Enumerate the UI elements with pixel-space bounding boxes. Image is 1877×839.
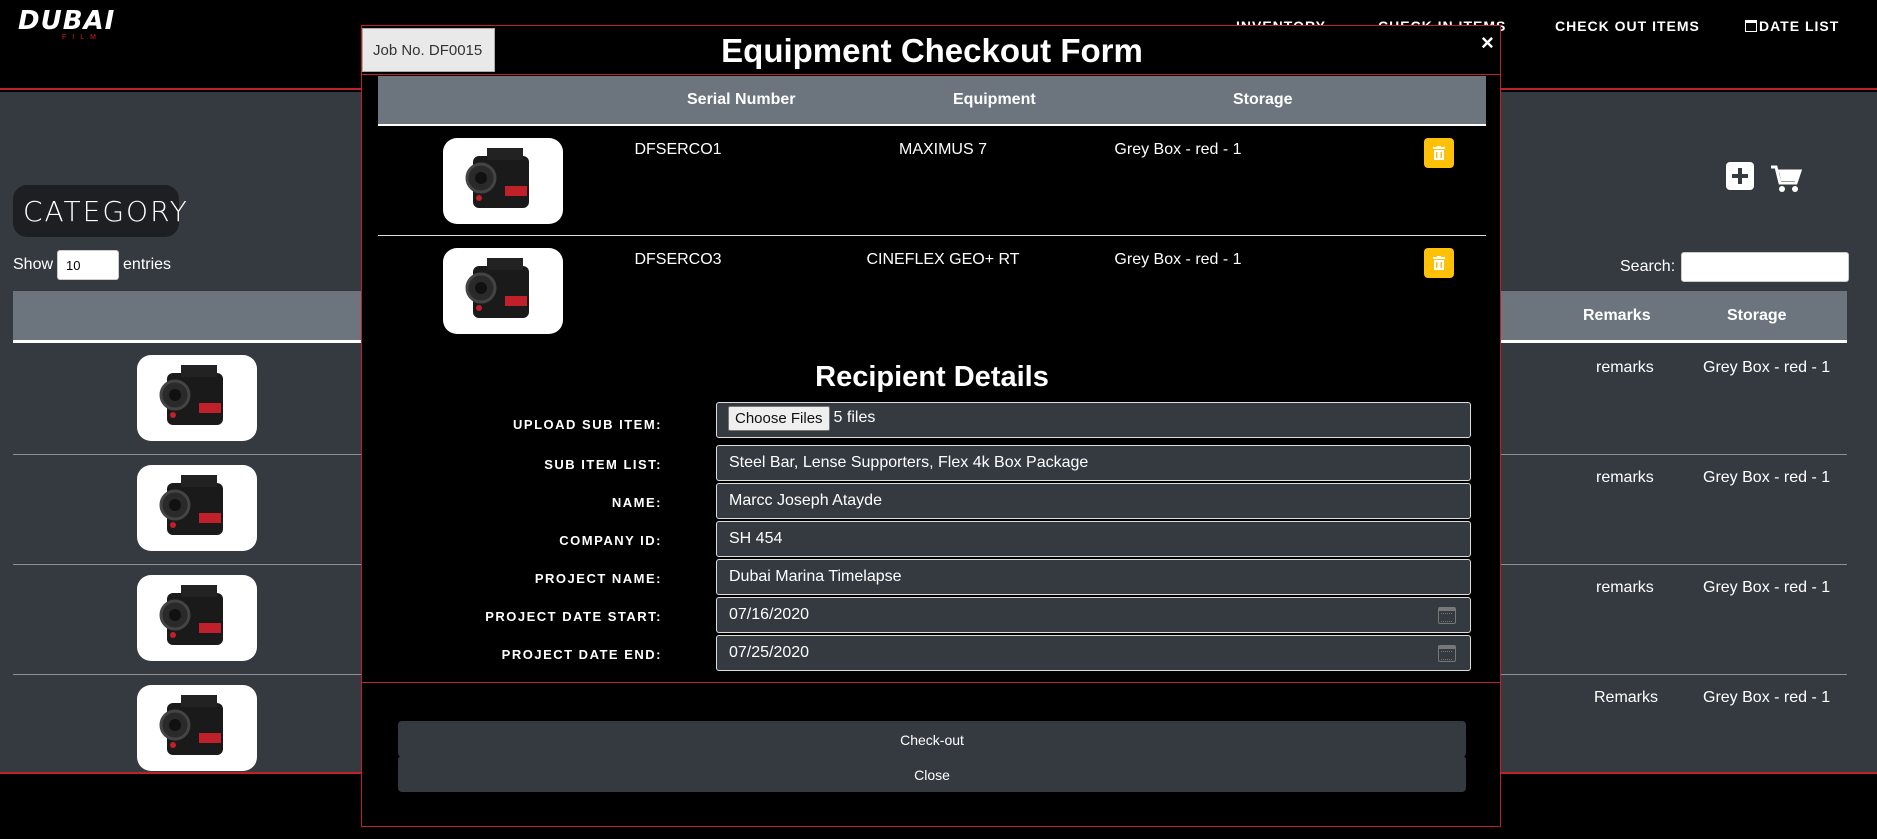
trash-icon [1433,146,1445,160]
upload-sub-item-field[interactable]: Choose Files 5 files [716,402,1471,438]
company-id-field[interactable]: SH 454 [716,521,1471,557]
column-serial-number: Serial Number [687,91,796,108]
modal-title: Equipment Checkout Form [721,32,1143,69]
serial-number: DFSERCO3 [634,251,722,268]
calendar-icon [1745,20,1757,32]
entries-label: entries [123,256,172,274]
choose-files-button[interactable]: Choose Files [728,406,830,431]
name-label: NAME: [611,495,662,510]
cart-icon[interactable] [1770,164,1803,199]
sub-item-list-label: SUB ITEM LIST: [544,457,662,472]
row-storage: Grey Box - red - 1 [1703,469,1831,486]
camera-thumbnail [137,465,257,551]
show-label: Show [13,256,54,274]
calendar-icon[interactable] [1438,645,1456,662]
search-control: Search: [1620,252,1850,282]
upload-sub-item-label: UPLOAD SUB ITEM: [513,417,662,432]
project-date-start-label: PROJECT DATE START: [485,609,662,624]
project-name-label: PROJECT NAME: [534,571,662,586]
column-storage: Storage [1233,91,1293,108]
equipment-table-header: Serial Number Equipment Storage [378,76,1486,126]
search-input[interactable] [1681,252,1850,282]
row-storage: Grey Box - red - 1 [1703,579,1831,596]
date-start-value: 07/16/2020 [729,606,810,623]
entries-select[interactable] [57,250,120,280]
modal-footer-divider [362,682,1500,683]
nav-date-list[interactable]: DATE LIST [1745,18,1839,34]
serial-number: DFSERCO1 [634,141,722,158]
recipient-details-heading: Recipient Details [815,361,1049,393]
nav-date-list-label: DATE LIST [1759,18,1840,34]
row-storage: Grey Box - red - 1 [1703,359,1831,376]
row-remarks: Remarks [1594,689,1659,706]
row-remarks: remarks [1596,359,1654,376]
row-remarks: remarks [1596,469,1654,486]
calendar-icon[interactable] [1438,607,1456,624]
close-icon[interactable]: × [1481,30,1494,56]
modal-header-divider [362,74,1500,75]
company-id-label: COMPANY ID: [559,533,662,548]
entries-length-control: Show entries [13,250,171,280]
checkout-button[interactable]: Check-out [398,721,1466,757]
brand-logo[interactable]: DUBAI FILM [18,6,118,41]
project-date-end-label: PROJECT DATE END: [501,647,662,662]
project-name-field[interactable]: Dubai Marina Timelapse [716,559,1471,595]
storage-location: Grey Box - red - 1 [1114,251,1242,268]
camera-thumbnail [137,355,257,441]
equipment-row: DFSERCO3 CINEFLEX GEO+ RT Grey Box - red… [378,236,1486,346]
equipment-row: DFSERCO1 MAXIMUS 7 Grey Box - red - 1 [378,126,1486,236]
date-end-value: 07/25/2020 [729,644,810,661]
category-heading: CATEGORY [13,185,187,237]
delete-item-button[interactable] [1424,138,1454,168]
checkout-modal: Job No. DF0015 Equipment Checkout Form ×… [361,25,1501,827]
search-label: Search: [1620,258,1676,276]
name-field[interactable]: Marcc Joseph Atayde [716,483,1471,519]
column-remarks[interactable]: Remarks [1583,307,1651,325]
project-date-start-field[interactable]: 07/16/2020 [716,597,1471,633]
equipment-name: CINEFLEX GEO+ RT [866,251,1020,268]
file-count: 5 files [833,409,876,426]
row-remarks: remarks [1596,579,1654,596]
sub-item-list-field[interactable]: Steel Bar, Lense Supporters, Flex 4k Box… [716,445,1471,481]
camera-thumbnail [443,248,563,334]
storage-location: Grey Box - red - 1 [1114,141,1242,158]
nav-check-out[interactable]: CHECK OUT ITEMS [1555,18,1700,34]
camera-thumbnail [443,138,563,224]
column-equipment: Equipment [953,91,1036,108]
equipment-name: MAXIMUS 7 [898,141,987,158]
row-storage: Grey Box - red - 1 [1703,689,1831,706]
close-button[interactable]: Close [398,756,1466,792]
project-date-end-field[interactable]: 07/25/2020 [716,635,1471,671]
logo-text: DUBAI [18,6,116,36]
add-item-button[interactable] [1726,162,1754,190]
column-storage[interactable]: Storage [1727,307,1787,325]
camera-thumbnail [137,575,257,661]
delete-item-button[interactable] [1424,248,1454,278]
trash-icon [1433,256,1445,270]
logo-subtext: FILM [62,34,102,41]
camera-thumbnail [137,685,257,771]
